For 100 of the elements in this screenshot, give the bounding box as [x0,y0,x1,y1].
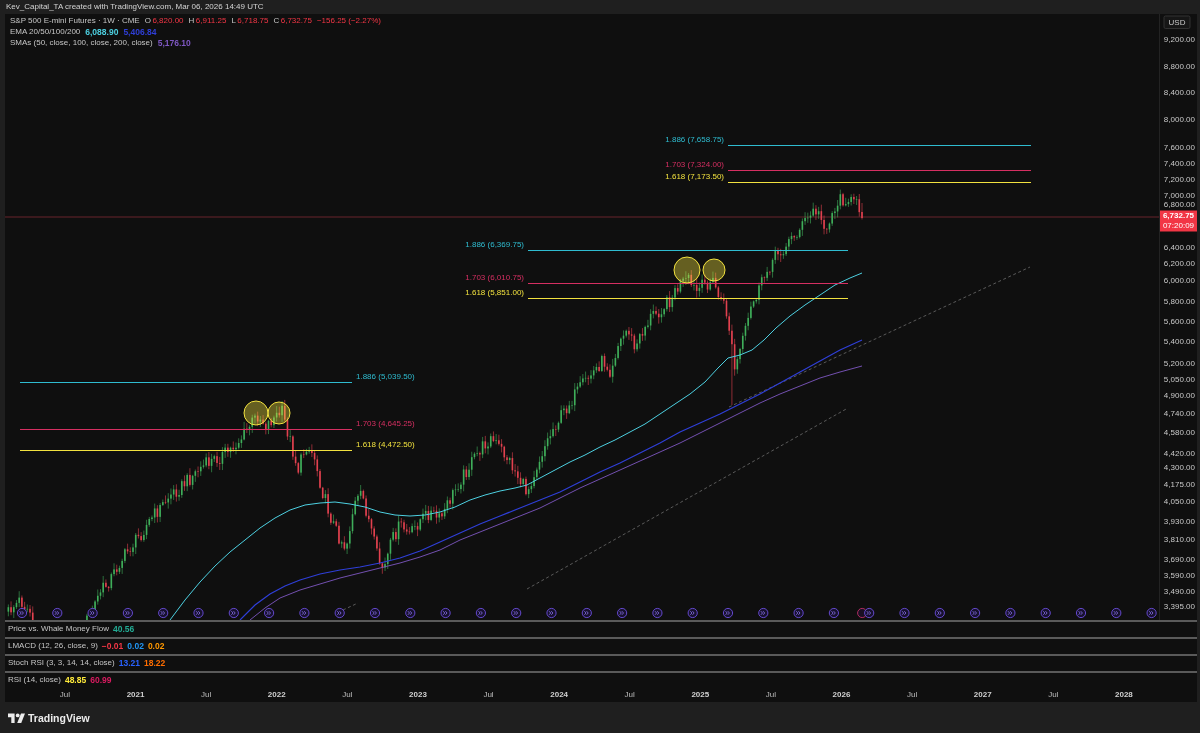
event-marker-icon[interactable] [228,607,239,619]
event-marker-icon[interactable] [546,607,557,619]
indicator-value: −0.01 [101,641,124,651]
indicator-value: 18.22 [144,658,166,668]
indicator-value: 60.99 [90,675,112,685]
time-axis-label: Jul [342,690,353,700]
event-marker-icon[interactable] [652,607,663,619]
event-marker-icon[interactable] [369,607,381,619]
time-axis-label: Jul [59,690,71,700]
ohlc-label: H [188,16,195,26]
price-axis-label: 3,490.00 [1163,587,1195,597]
price-axis-label: 3,690.00 [1163,555,1195,565]
price-axis-label: 3,395.00 [1163,602,1195,612]
fib-level-label: 1.886 (5,039.50) [356,372,415,381]
event-marker-icon[interactable] [440,607,451,619]
indicator-value: 0.02 [147,641,165,651]
event-marker-icon[interactable] [511,607,522,619]
event-marker-icon[interactable] [581,607,592,619]
event-marker-icon[interactable] [793,607,804,619]
ohlc-value: 6,911.25 [195,16,227,26]
event-marker-icon[interactable] [87,607,98,619]
price-axis-label: 9,200.00 [1163,35,1195,45]
price-axis-label: 4,175.00 [1163,480,1195,490]
last-price: 6,732.75 [1162,211,1195,221]
event-marker-icon[interactable] [1146,607,1157,619]
time-axis-label: Jul [907,690,918,700]
fib-level-label: 1.886 (6,369.75) [465,240,524,249]
price-axis-label: 5,400.00 [1163,337,1195,347]
time-axis-label: 2021 [126,690,145,700]
indicator-name[interactable]: Price vs. Whale Money Flow [8,624,109,634]
event-marker-icon[interactable] [52,607,63,619]
event-marker-icon[interactable] [1111,607,1122,619]
event-marker-icon[interactable] [1005,607,1016,619]
ohlc-label: C [273,16,280,26]
time-axis-label: 2025 [691,690,710,700]
event-marker-icon[interactable] [758,607,769,619]
ohlc-label: O [144,16,151,26]
time-axis-label: 2024 [550,690,569,700]
event-marker-icon[interactable] [264,607,275,619]
fib-level-label: 1.886 (7,658.75) [665,135,724,144]
study-value: 5,176.10 [157,38,191,48]
event-marker-icon[interactable] [617,607,628,619]
event-marker-icon[interactable] [687,607,698,619]
price-axis-label: 5,800.00 [1163,297,1195,307]
price-axis-label: 7,600.00 [1163,143,1195,153]
event-marker-icon[interactable] [158,607,169,619]
event-marker-icon[interactable] [722,607,734,619]
event-marker-icon[interactable] [899,607,910,619]
indicator-name[interactable]: Stoch RSI (3, 3, 14, 14, close) [8,658,115,668]
event-marker-icon[interactable] [864,607,875,619]
trend-line [342,602,359,611]
price-axis-label: 4,420.00 [1163,449,1195,459]
highlight-circle [673,256,701,284]
indicator-value: 13.21 [118,658,140,668]
price-axis-label: 4,300.00 [1163,463,1195,473]
logo-icon [8,711,25,724]
event-marker-icon[interactable] [475,607,486,619]
indicator-value: 48.85 [64,675,87,685]
price-axis-label: 4,900.00 [1163,391,1195,401]
chart-credit: Kev_Capital_TA created with TradingView.com, Mar 06, 2026 14:49 UTC [6,2,264,12]
fib-level-label: 1.618 (5,851.00) [465,288,524,297]
symbol-title[interactable]: S&P 500 E-mini Futures · 1W · CME [10,16,140,26]
currency-button[interactable]: USD [1163,15,1191,29]
event-marker-icon[interactable] [16,607,28,619]
highlight-circle [267,401,291,425]
price-axis-label: 3,930.00 [1163,517,1195,527]
time-axis-label: Jul [624,690,635,700]
time-axis-label: 2023 [409,690,427,700]
event-marker-icon[interactable] [1040,607,1051,619]
price-axis-label: 7,000.00 [1163,191,1195,201]
event-marker-icon[interactable] [828,607,839,619]
study-value: 6,088.90 [85,27,119,37]
bar-countdown: 07:20:09 [1162,221,1195,231]
indicator-name[interactable]: LMACD (12, 26, close, 9) [8,641,98,651]
event-marker-icon[interactable] [405,607,416,619]
event-marker-icon[interactable] [970,607,981,619]
event-marker-icon[interactable] [934,607,945,619]
event-marker-icon[interactable] [193,607,204,619]
price-axis-label: 4,580.00 [1163,428,1195,438]
price-axis-label: 4,050.00 [1163,497,1195,507]
time-axis-label: Jul [201,690,212,700]
study-name[interactable]: EMA 20/50/100/200 [10,27,81,37]
indicator-name[interactable]: RSI (14, close) [8,675,61,685]
event-marker-icon[interactable] [299,607,310,619]
indicator-value: 0.02 [127,641,144,651]
event-marker-icon[interactable] [334,607,345,619]
price-axis-label: 3,590.00 [1163,571,1195,581]
price-axis-label: 7,200.00 [1163,175,1195,185]
indicator-value: 40.56 [112,624,135,634]
study-value: 5,406.84 [123,27,157,37]
event-marker-icon[interactable] [122,607,133,619]
ohlc-label: L [231,16,236,26]
event-marker-icon[interactable] [1075,607,1087,619]
time-axis-label: 2027 [973,690,992,700]
price-axis-label: 4,740.00 [1163,409,1195,419]
time-axis-label: 2026 [832,690,851,700]
price-axis-label: 5,050.00 [1163,375,1195,385]
price-axis-label: 8,800.00 [1163,62,1195,72]
study-name[interactable]: SMAs (50, close, 100, close, 200, close) [10,38,153,48]
time-axis-label: Jul [765,690,777,700]
